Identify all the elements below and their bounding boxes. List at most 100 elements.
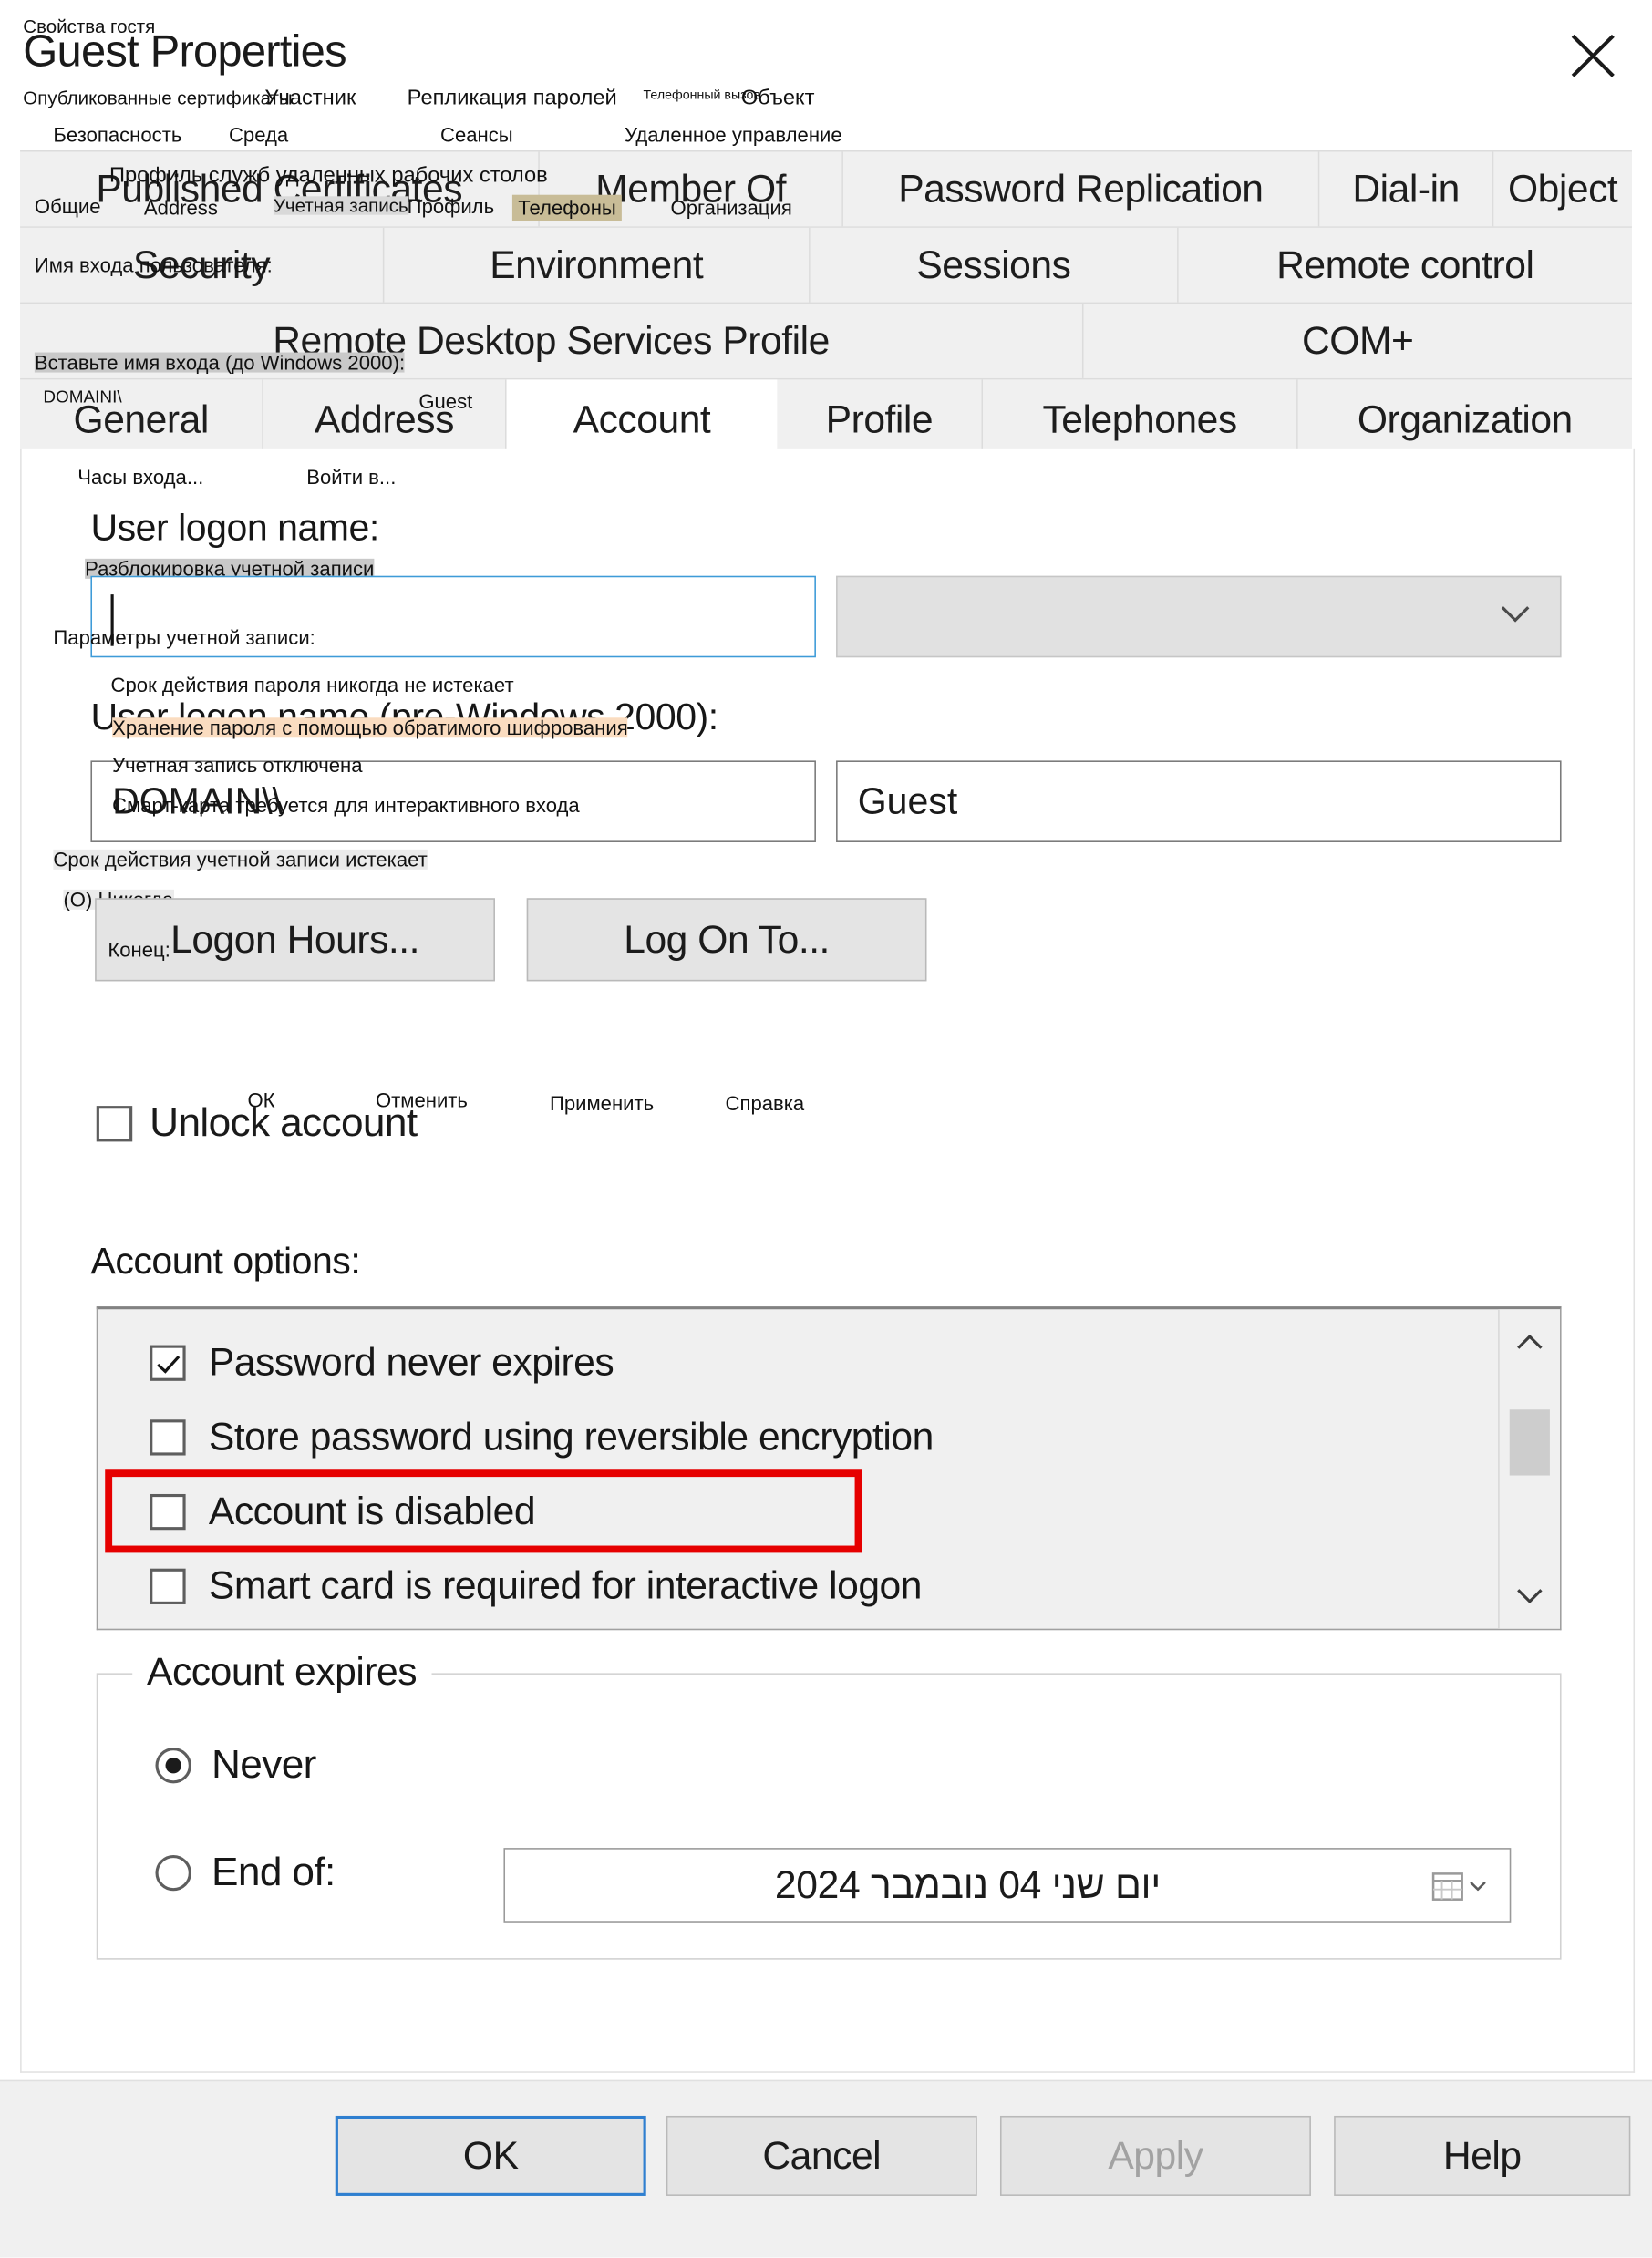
user-logon-name-label: User logon name: bbox=[90, 505, 379, 549]
button-ru-logon-hours-top: Часы входа... bbox=[77, 465, 204, 489]
option-checkbox-password-never-expires[interactable] bbox=[150, 1344, 186, 1381]
footer-ru-apply: Применить bbox=[549, 1091, 655, 1115]
log-on-to-button[interactable]: Log On To... bbox=[526, 898, 927, 982]
option-ru-smart-card-required: Смарт-карта требуется для интерактивного… bbox=[112, 793, 580, 817]
account-expires-date-value: יום שני 04 נובמבר 2024 bbox=[774, 1862, 1162, 1906]
label-ru-account-options: Параметры учетной записи: bbox=[53, 625, 315, 649]
tab-remote-control[interactable]: Remote control bbox=[1178, 227, 1632, 303]
tab-label: Password Replication bbox=[898, 167, 1264, 211]
tab-label: Profile bbox=[825, 397, 934, 441]
domain-suffix-dropdown[interactable] bbox=[836, 575, 1562, 658]
button-ru-log-on-to-top: Войти в... bbox=[306, 465, 397, 489]
account-options-label: Account options: bbox=[90, 1239, 361, 1283]
never-radio[interactable] bbox=[155, 1747, 191, 1783]
account-expires-label: Account expires bbox=[132, 1650, 431, 1695]
account-expires-groupbox: Account expires Never End of: יום שני 04… bbox=[96, 1650, 1562, 1960]
list-item-account-is-disabled[interactable]: Account is disabled bbox=[105, 1469, 862, 1553]
cancel-button[interactable]: Cancel bbox=[666, 2115, 977, 2196]
option-ru-store-password-reversible: Хранение пароля с помощью обратимого шиф… bbox=[112, 716, 628, 739]
tab-ru-general: Общие bbox=[34, 194, 101, 218]
label-ru-guest-value: Guest bbox=[418, 389, 473, 413]
help-button[interactable]: Help bbox=[1334, 2115, 1631, 2196]
tab-row-1: Published Certificates Member Of Passwor… bbox=[20, 150, 1632, 227]
account-expires-date-input[interactable]: יום שני 04 נובמבר 2024 bbox=[503, 1848, 1512, 1923]
pre2000-username-value: Guest bbox=[857, 778, 958, 822]
list-item[interactable]: Password never expires bbox=[98, 1325, 1498, 1400]
scroll-down-icon[interactable] bbox=[1500, 1572, 1560, 1620]
ok-button[interactable]: OK bbox=[335, 2115, 646, 2196]
tab-ru-object: Объект bbox=[740, 86, 815, 110]
option-label: Account is disabled bbox=[208, 1489, 536, 1532]
option-checkbox-account-is-disabled[interactable] bbox=[150, 1493, 186, 1530]
tab-ru-security: Безопасность bbox=[53, 123, 182, 147]
tab-strip: Published Certificates Member Of Passwor… bbox=[20, 150, 1632, 460]
tab-account[interactable]: Account bbox=[506, 379, 778, 460]
tab-label: Sessions bbox=[916, 242, 1071, 286]
tab-ru-remote-desktop-services-profile: Профиль служб удаленных рабочих столов bbox=[108, 163, 548, 188]
label-ru-pre2000: Вставьте имя входа (до Windows 2000): bbox=[34, 350, 406, 375]
tab-com-plus[interactable]: COM+ bbox=[1083, 304, 1632, 378]
tab-label: Account bbox=[573, 397, 711, 441]
tab-label: Environment bbox=[490, 242, 704, 286]
tab-object[interactable]: Object bbox=[1493, 151, 1632, 227]
option-label: Password never expires bbox=[208, 1340, 614, 1384]
listbox-scrollbar[interactable] bbox=[1498, 1309, 1560, 1629]
scroll-up-icon[interactable] bbox=[1500, 1318, 1560, 1366]
button-label: Cancel bbox=[762, 2133, 882, 2177]
tab-dial-in[interactable]: Dial-in bbox=[1319, 151, 1494, 227]
tab-ru-telephones: Телефоны bbox=[511, 194, 623, 221]
tab-ru-profile: Профиль bbox=[407, 194, 495, 218]
tab-ru-published-certificates: Опубликованные сертификаты bbox=[23, 87, 293, 109]
account-options-listbox[interactable]: Password never expires Store password us… bbox=[96, 1306, 1562, 1631]
label-ru-account-expires: Срок действия учетной записи истекает bbox=[53, 848, 428, 871]
chevron-down-icon bbox=[1500, 603, 1532, 629]
properties-dialog: Свойства гостя Guest Properties Опублико… bbox=[0, 0, 1652, 2258]
button-label: Apply bbox=[1108, 2133, 1203, 2177]
tab-label: Telephones bbox=[1042, 397, 1237, 441]
radio-row-end-of[interactable]: End of: bbox=[155, 1849, 336, 1895]
account-tab-panel: Часы входа... Войти в... User logon name… bbox=[20, 448, 1636, 2073]
label-ru-domain-prefix: DOMAINI\ bbox=[43, 387, 122, 407]
tab-ru-password-replication: Репликация паролей bbox=[407, 86, 617, 110]
tab-ru-remote-control: Удаленное управление bbox=[625, 123, 842, 147]
option-label: Smart card is required for interactive l… bbox=[208, 1563, 923, 1607]
option-ru-password-never-expires: Срок действия пароля никогда не истекает bbox=[110, 673, 514, 696]
close-icon[interactable] bbox=[1560, 23, 1626, 88]
pre2000-username-input[interactable]: Guest bbox=[836, 760, 1562, 842]
tab-sessions[interactable]: Sessions bbox=[810, 227, 1179, 303]
label-ru-user-logon-name-top: Имя входа пользователя: bbox=[34, 253, 273, 277]
end-of-radio[interactable] bbox=[155, 1854, 191, 1891]
tab-ru-account: Учетная запись bbox=[273, 194, 408, 217]
button-label: Log On To... bbox=[624, 917, 830, 961]
scrollbar-thumb[interactable] bbox=[1509, 1409, 1550, 1476]
radio-row-never[interactable]: Never bbox=[155, 1742, 316, 1788]
window-title: Guest Properties bbox=[23, 26, 346, 77]
list-item[interactable]: Smart card is required for interactive l… bbox=[98, 1549, 1498, 1624]
tab-ru-address: Address bbox=[143, 196, 218, 220]
tab-label: Object bbox=[1507, 167, 1618, 211]
tab-ru-sessions: Сеансы bbox=[439, 123, 513, 147]
tab-label: Dial-in bbox=[1352, 167, 1460, 211]
footer-ru-help: Справка bbox=[725, 1091, 805, 1115]
account-options-items: Password never expires Store password us… bbox=[98, 1309, 1498, 1628]
calendar-icon[interactable] bbox=[1430, 1868, 1487, 1902]
unlock-account-checkbox[interactable] bbox=[96, 1105, 133, 1141]
option-label: Store password using reversible encrypti… bbox=[208, 1414, 934, 1458]
footer-ru-ok: ОК bbox=[247, 1088, 275, 1112]
tab-ru-organization: Организация bbox=[670, 196, 792, 220]
option-ru-account-disabled: Учетная запись отключена bbox=[112, 753, 363, 777]
option-checkbox-store-password-reversible[interactable] bbox=[150, 1418, 186, 1455]
tab-label: COM+ bbox=[1302, 318, 1414, 362]
label-ru-end-of: Конец: bbox=[108, 938, 170, 962]
apply-button: Apply bbox=[999, 2115, 1311, 2196]
tab-ru-member-of: Участник bbox=[264, 86, 356, 110]
tab-label: Remote control bbox=[1276, 242, 1534, 286]
tab-label: Organization bbox=[1357, 397, 1573, 441]
tab-ru-environment: Среда bbox=[228, 123, 289, 147]
list-item[interactable]: Store password using reversible encrypti… bbox=[98, 1399, 1498, 1474]
end-of-label: End of: bbox=[212, 1849, 336, 1894]
button-label: Logon Hours... bbox=[170, 917, 420, 961]
tab-environment[interactable]: Environment bbox=[384, 227, 811, 303]
option-checkbox-smart-card-required[interactable] bbox=[150, 1567, 186, 1604]
tab-password-replication[interactable]: Password Replication bbox=[842, 151, 1320, 227]
